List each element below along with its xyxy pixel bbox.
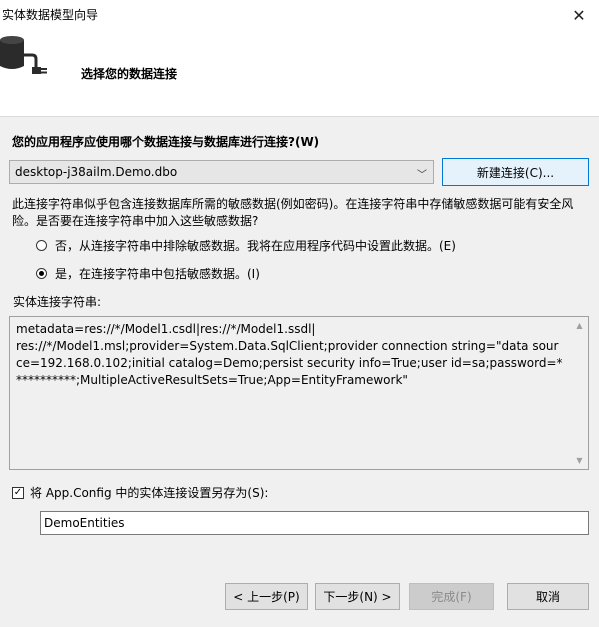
save-config-option[interactable]: ✓ 将 App.Config 中的实体连接设置另存为(S): (12, 484, 268, 501)
save-config-label: 将 App.Config 中的实体连接设置另存为(S): (30, 486, 269, 500)
chevron-down-icon: ﹀ (417, 170, 427, 181)
previous-button[interactable]: < 上一步(P) (225, 583, 308, 610)
connection-question: 您的应用程序应使用哪个数据连接与数据库进行连接?(W) (12, 135, 320, 149)
radio-button[interactable] (36, 268, 47, 279)
radio-exclude-sensitive[interactable]: 否，从连接字符串中排除敏感数据。我将在应用程序代码中设置此数据。(E) (36, 237, 456, 254)
scroll-down-icon[interactable]: ▼ (571, 452, 588, 469)
connection-selected: desktop-j38ailm.Demo.dbo (15, 165, 178, 179)
vertical-scrollbar[interactable]: ▲ ▼ (571, 317, 588, 469)
finish-button[interactable]: 完成(F) (409, 583, 494, 610)
connection-string-textbox[interactable]: metadata=res://*/Model1.csdl|res://*/Mod… (9, 316, 589, 470)
radio-include-label: 是，在连接字符串中包括敏感数据。(I) (55, 267, 260, 281)
save-config-checkbox[interactable]: ✓ (12, 486, 24, 499)
database-plug-icon (0, 36, 47, 74)
cancel-button[interactable]: 取消 (507, 583, 589, 610)
connection-string-value: metadata=res://*/Model1.csdl|res://*/Mod… (16, 322, 563, 387)
radio-include-sensitive[interactable]: 是，在连接字符串中包括敏感数据。(I) (36, 265, 260, 282)
wizard-header: 选择您的数据连接 (0, 30, 599, 117)
title-bar: 实体数据模型向导 ✕ (0, 0, 599, 30)
sensitive-data-warning: 此连接字符串似乎包含连接数据库所需的敏感数据(例如密码)。在连接字符串中存储敏感… (12, 197, 574, 228)
connection-string-label: 实体连接字符串: (13, 295, 102, 309)
page-title: 选择您的数据连接 (81, 67, 178, 81)
next-button[interactable]: 下一步(N) > (315, 583, 400, 610)
new-connection-button[interactable]: 新建连接(C)... (442, 158, 589, 186)
close-button[interactable]: ✕ (559, 0, 599, 30)
close-icon: ✕ (572, 5, 586, 25)
scroll-up-icon[interactable]: ▲ (571, 317, 588, 334)
window-title: 实体数据模型向导 (2, 8, 99, 22)
radio-exclude-label: 否，从连接字符串中排除敏感数据。我将在应用程序代码中设置此数据。(E) (55, 239, 456, 253)
radio-button[interactable] (36, 240, 47, 251)
entity-name-input[interactable] (40, 511, 589, 535)
connection-dropdown[interactable]: desktop-j38ailm.Demo.dbo ﹀ (9, 160, 434, 184)
